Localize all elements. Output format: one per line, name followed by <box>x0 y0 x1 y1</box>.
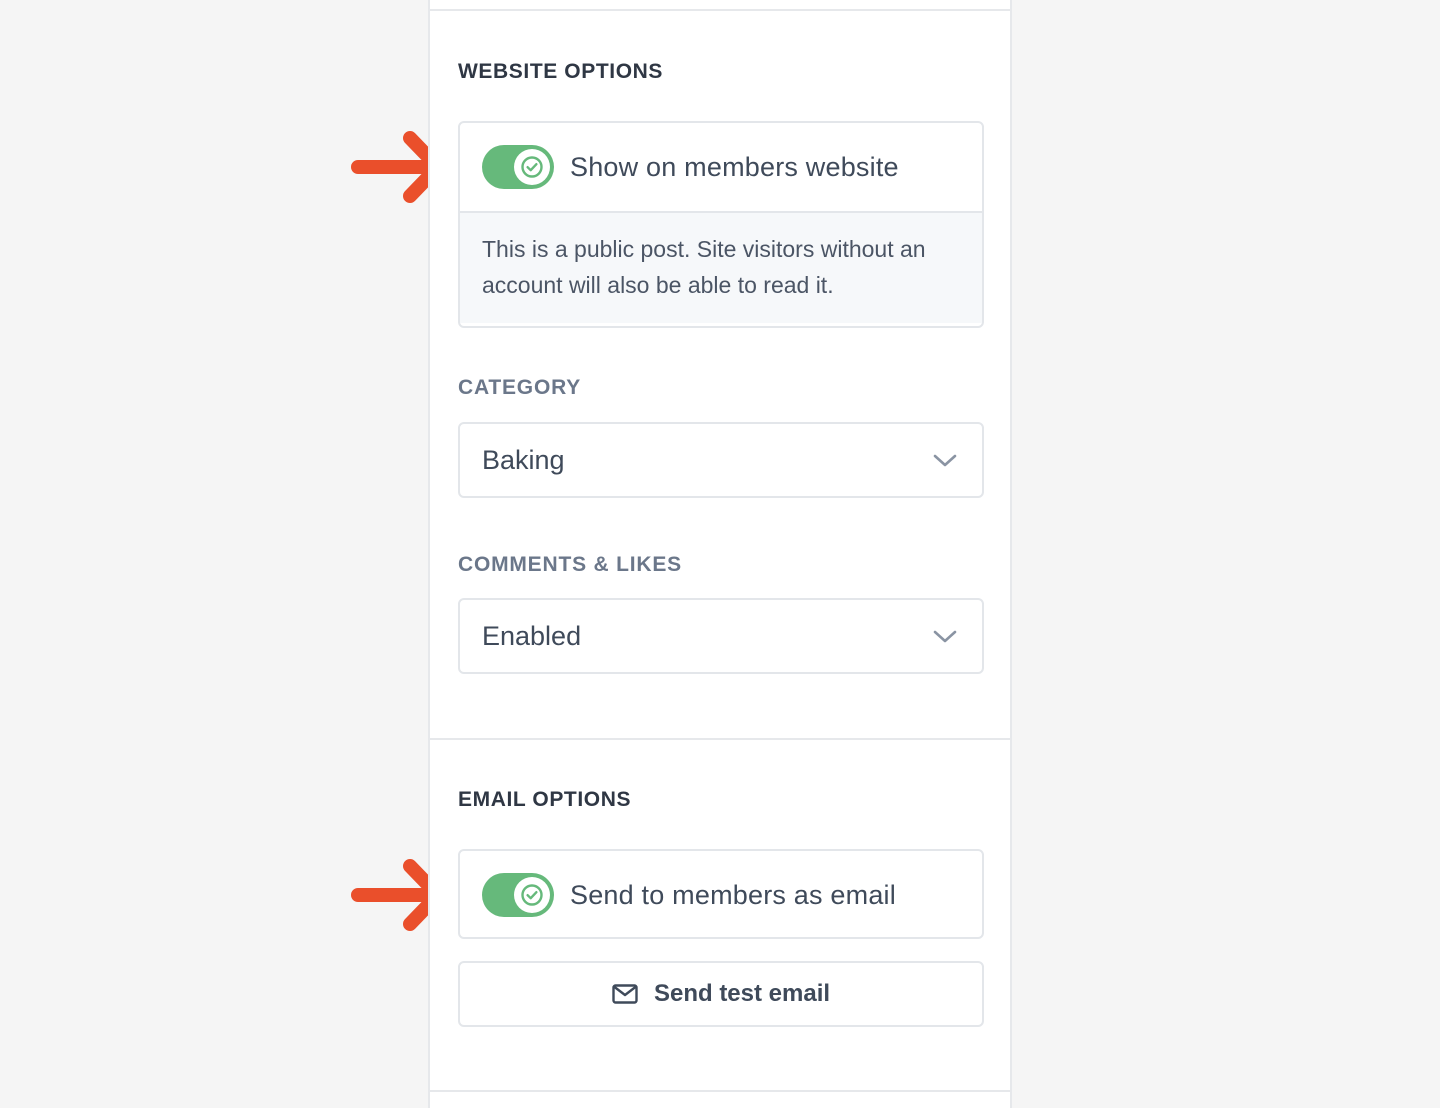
check-circle-icon <box>521 156 543 178</box>
comments-likes-select[interactable]: Enabled <box>458 598 984 674</box>
divider <box>430 1090 1010 1092</box>
comments-likes-label: COMMENTS & LIKES <box>458 553 682 576</box>
show-on-website-card: Show on members website This is a public… <box>458 121 984 328</box>
send-as-email-label: Send to members as email <box>570 879 896 910</box>
toggle-knob <box>514 149 550 185</box>
send-as-email-row: Send to members as email <box>460 851 982 937</box>
show-on-website-row: Show on members website <box>460 123 982 211</box>
show-on-website-toggle[interactable] <box>482 145 554 189</box>
toggle-knob <box>514 877 550 913</box>
website-options-title: WEBSITE OPTIONS <box>458 60 664 83</box>
category-value: Baking <box>482 444 565 475</box>
send-test-email-button[interactable]: Send test email <box>458 961 984 1027</box>
send-as-email-toggle[interactable] <box>482 873 554 917</box>
post-options-panel: WEBSITE OPTIONS Show on members website … <box>428 0 1012 1108</box>
mail-icon <box>612 984 638 1004</box>
chevron-down-icon <box>933 454 957 467</box>
divider <box>430 738 1010 740</box>
category-label: CATEGORY <box>458 376 582 399</box>
chevron-down-icon <box>933 630 957 643</box>
public-post-note: This is a public post. Site visitors wit… <box>460 211 982 323</box>
email-options-title: EMAIL OPTIONS <box>458 788 632 811</box>
send-test-email-label: Send test email <box>653 980 831 1007</box>
show-on-website-label: Show on members website <box>570 151 899 182</box>
comments-likes-value: Enabled <box>482 620 582 651</box>
category-select[interactable]: Baking <box>458 422 984 498</box>
check-circle-icon <box>521 884 543 906</box>
divider <box>430 9 1010 11</box>
send-as-email-card: Send to members as email <box>458 849 984 939</box>
